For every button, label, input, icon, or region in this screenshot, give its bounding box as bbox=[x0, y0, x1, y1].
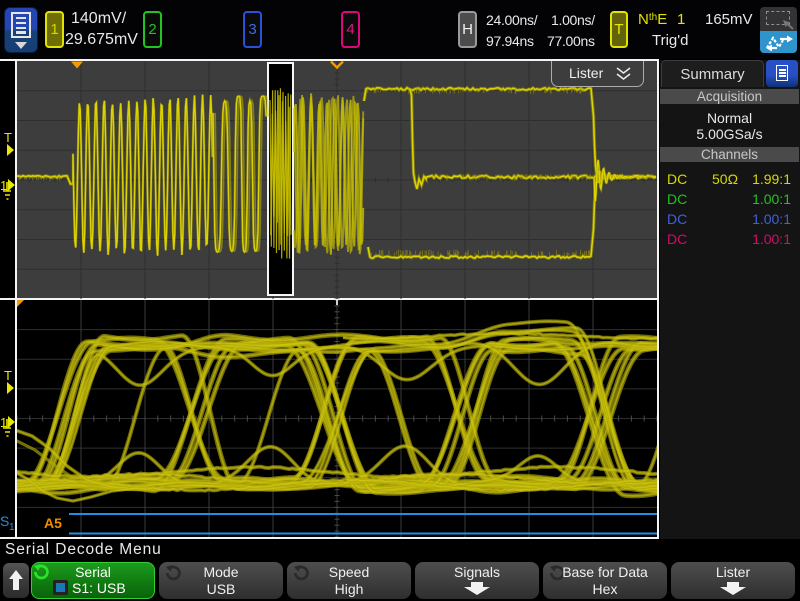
svg-text:T: T bbox=[4, 130, 12, 145]
svg-text:T: T bbox=[4, 368, 12, 383]
svg-text:1: 1 bbox=[9, 522, 15, 533]
svg-text:S: S bbox=[0, 513, 9, 529]
